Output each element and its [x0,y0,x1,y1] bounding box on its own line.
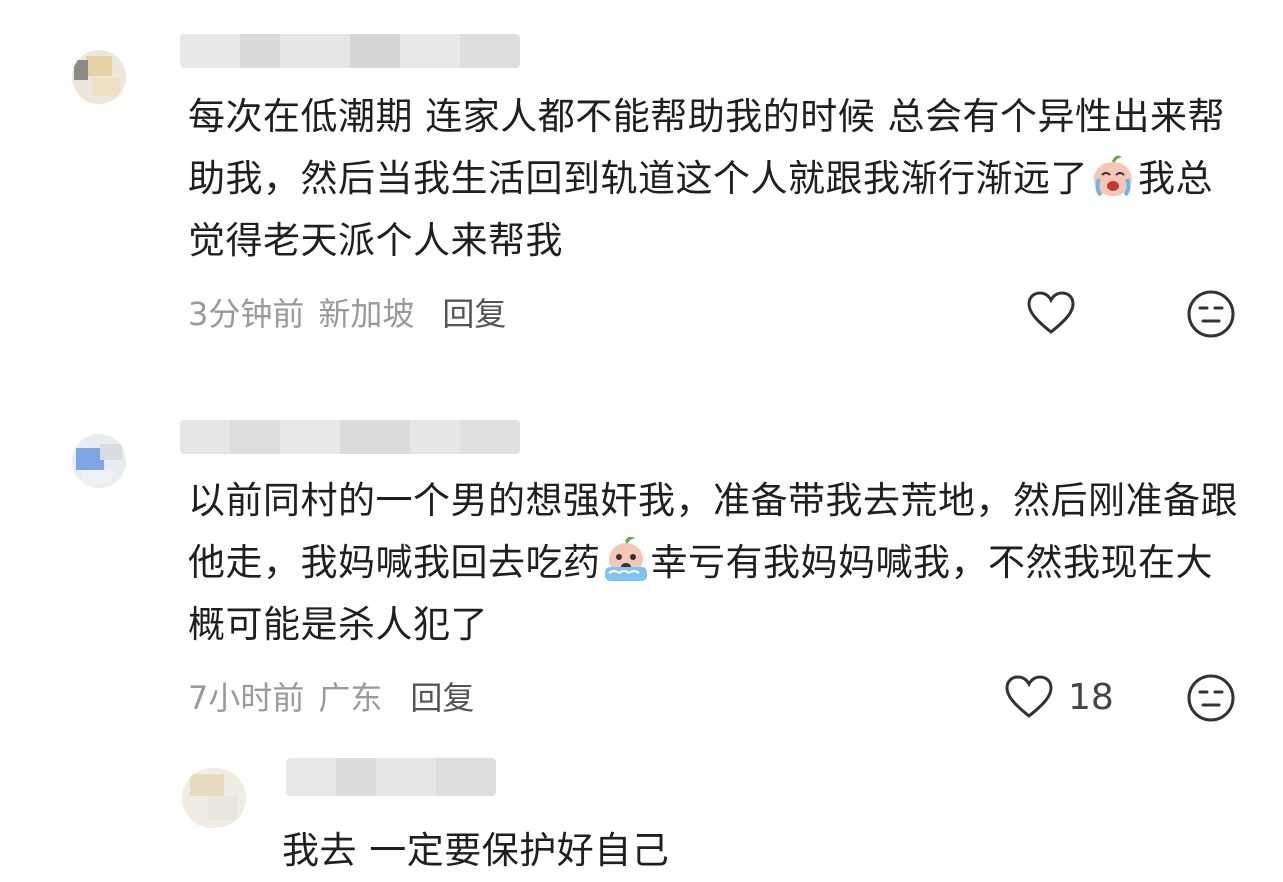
reply-button[interactable]: 回复 [410,673,474,719]
username-blurred[interactable] [180,420,520,454]
avatar[interactable] [72,50,126,104]
reply-text: 我去 一定要保护好自己 [282,820,1182,882]
comment-text: 每次在低潮期 连家人都不能帮助我的时候 总会有个异性出来帮助我，然后当我生活回到… [188,86,1238,272]
comment-meta: 7小时前 广东 回复 [188,674,474,718]
like-count: 18 [1068,676,1114,718]
comment-location: 新加坡 [318,295,415,333]
avatar[interactable] [72,434,126,488]
heart-outline-icon[interactable] [1004,674,1054,720]
dislike-button[interactable] [1186,289,1236,343]
like-button[interactable] [1026,290,1076,336]
neutral-face-icon[interactable] [1186,673,1236,723]
heart-outline-icon[interactable] [1026,290,1076,336]
comment-time: 7小时前 [188,679,305,717]
dislike-button[interactable] [1186,673,1236,727]
avatar[interactable] [182,768,246,828]
reply-button[interactable]: 回复 [442,289,506,335]
username-blurred[interactable] [180,34,520,68]
username-blurred[interactable] [286,758,496,796]
comment-text-part: 每次在低潮期 连家人都不能帮助我的时候 总会有个异性出来帮助我，然后当我生活回到… [188,95,1226,200]
like-button[interactable]: 18 [1004,674,1114,720]
comment-meta: 3分钟前 新加坡 回复 [188,290,506,334]
crying-face-emoji [1094,155,1132,197]
comment-time: 3分钟前 [188,295,305,333]
comment-text: 以前同村的一个男的想强奸我，准备带我去荒地，然后刚准备跟他走，我妈喊我回去吃药幸… [188,470,1238,656]
tears-face-emoji [604,537,647,581]
reply-text-part: 我去 一定要保护好自己 [282,829,670,872]
comment-location: 广东 [318,679,383,717]
neutral-face-icon[interactable] [1186,289,1236,339]
